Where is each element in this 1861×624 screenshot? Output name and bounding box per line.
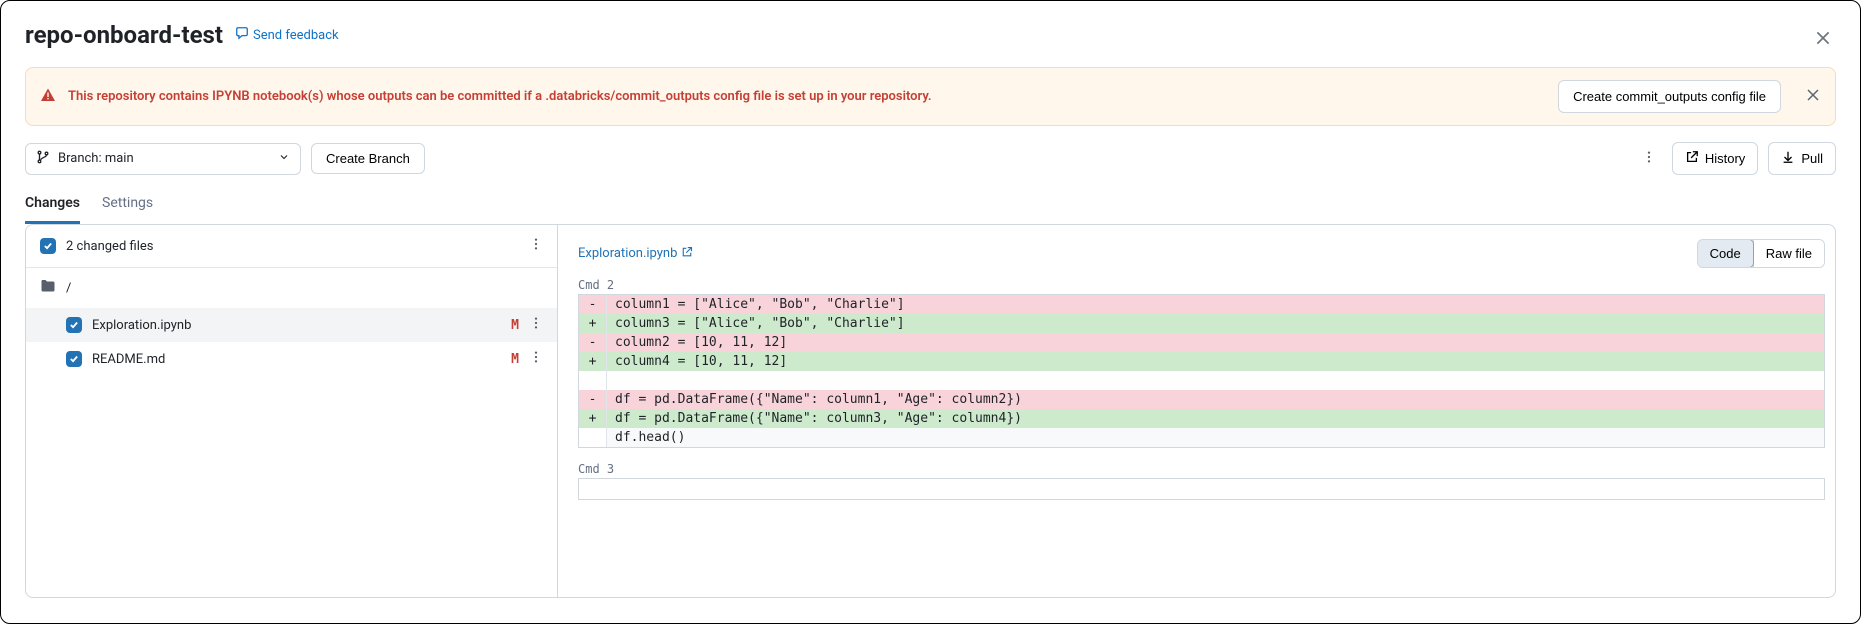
- branch-label: Branch: main: [58, 151, 134, 166]
- chevron-down-icon: [278, 151, 290, 167]
- check-icon: [69, 320, 79, 330]
- close-dialog-button[interactable]: [1814, 29, 1832, 51]
- open-file-label: Exploration.ipynb: [578, 246, 677, 261]
- file-status-badge: M: [511, 352, 519, 367]
- diff-line: df.head(): [579, 428, 1824, 447]
- diff-viewer: Exploration.ipynb Code Raw file Cmd 2 -c…: [558, 225, 1835, 597]
- more-actions-button[interactable]: [1636, 144, 1662, 173]
- file-more-button[interactable]: [529, 350, 543, 368]
- branch-picker[interactable]: Branch: main: [25, 143, 301, 175]
- diff-line: +df = pd.DataFrame({"Name": column3, "Ag…: [579, 409, 1824, 428]
- changed-files-summary: 2 changed files: [66, 239, 153, 254]
- folder-icon: [40, 278, 56, 298]
- external-link-icon: [1685, 150, 1699, 167]
- check-icon: [43, 241, 53, 251]
- history-button[interactable]: History: [1672, 142, 1758, 175]
- file-checkbox[interactable]: [66, 351, 82, 367]
- close-icon: [1805, 87, 1821, 103]
- file-row[interactable]: Exploration.ipynb M: [26, 308, 557, 342]
- view-mode-toggle: Code Raw file: [1697, 239, 1825, 268]
- view-mode-code[interactable]: Code: [1697, 239, 1754, 268]
- warning-icon: [40, 87, 56, 107]
- comment-icon: [235, 26, 249, 44]
- tab-changes[interactable]: Changes: [25, 189, 80, 224]
- kebab-icon: [529, 237, 543, 251]
- send-feedback-label: Send feedback: [253, 28, 339, 43]
- root-folder-label: /: [66, 281, 71, 296]
- diff-line: -df = pd.DataFrame({"Name": column1, "Ag…: [579, 390, 1824, 409]
- file-row[interactable]: README.md M: [26, 342, 557, 376]
- commit-outputs-banner: This repository contains IPYNB notebook(…: [25, 67, 1836, 126]
- file-checkbox[interactable]: [66, 317, 82, 333]
- check-icon: [69, 354, 79, 364]
- download-icon: [1781, 150, 1795, 167]
- create-commit-outputs-button[interactable]: Create commit_outputs config file: [1558, 80, 1781, 113]
- changes-sidebar: 2 changed files / Exploration.ipynb: [26, 225, 558, 597]
- kebab-icon: [529, 350, 543, 364]
- diff-block-empty: [578, 478, 1825, 500]
- diff-line: -column1 = ["Alice", "Bob", "Charlie"]: [579, 295, 1824, 314]
- banner-message: This repository contains IPYNB notebook(…: [68, 89, 932, 104]
- open-file-link[interactable]: Exploration.ipynb: [578, 246, 693, 262]
- kebab-icon: [1642, 150, 1656, 164]
- close-icon: [1814, 29, 1832, 47]
- cmd-label: Cmd 3: [578, 462, 1825, 476]
- page-title: repo-onboard-test: [25, 21, 223, 49]
- file-status-badge: M: [511, 318, 519, 333]
- diff-line: -column2 = [10, 11, 12]: [579, 333, 1824, 352]
- send-feedback-link[interactable]: Send feedback: [235, 26, 339, 44]
- diff-line: +column3 = ["Alice", "Bob", "Charlie"]: [579, 314, 1824, 333]
- git-branch-icon: [36, 150, 50, 168]
- diff-block: -column1 = ["Alice", "Bob", "Charlie"]+c…: [578, 294, 1825, 448]
- diff-line: [579, 371, 1824, 390]
- create-branch-button[interactable]: Create Branch: [311, 143, 425, 174]
- view-mode-raw[interactable]: Raw file: [1753, 240, 1824, 267]
- sidebar-more-button[interactable]: [529, 237, 543, 255]
- file-more-button[interactable]: [529, 316, 543, 334]
- file-name: Exploration.ipynb: [92, 318, 191, 333]
- pull-button[interactable]: Pull: [1768, 142, 1836, 175]
- kebab-icon: [529, 316, 543, 330]
- pull-label: Pull: [1801, 151, 1823, 166]
- cmd-label: Cmd 2: [578, 278, 1825, 292]
- diff-line: +column4 = [10, 11, 12]: [579, 352, 1824, 371]
- external-link-icon: [681, 246, 693, 262]
- tab-settings[interactable]: Settings: [102, 189, 153, 224]
- banner-close-button[interactable]: [1805, 87, 1821, 107]
- file-name: README.md: [92, 352, 165, 367]
- history-label: History: [1705, 151, 1745, 166]
- select-all-checkbox[interactable]: [40, 238, 56, 254]
